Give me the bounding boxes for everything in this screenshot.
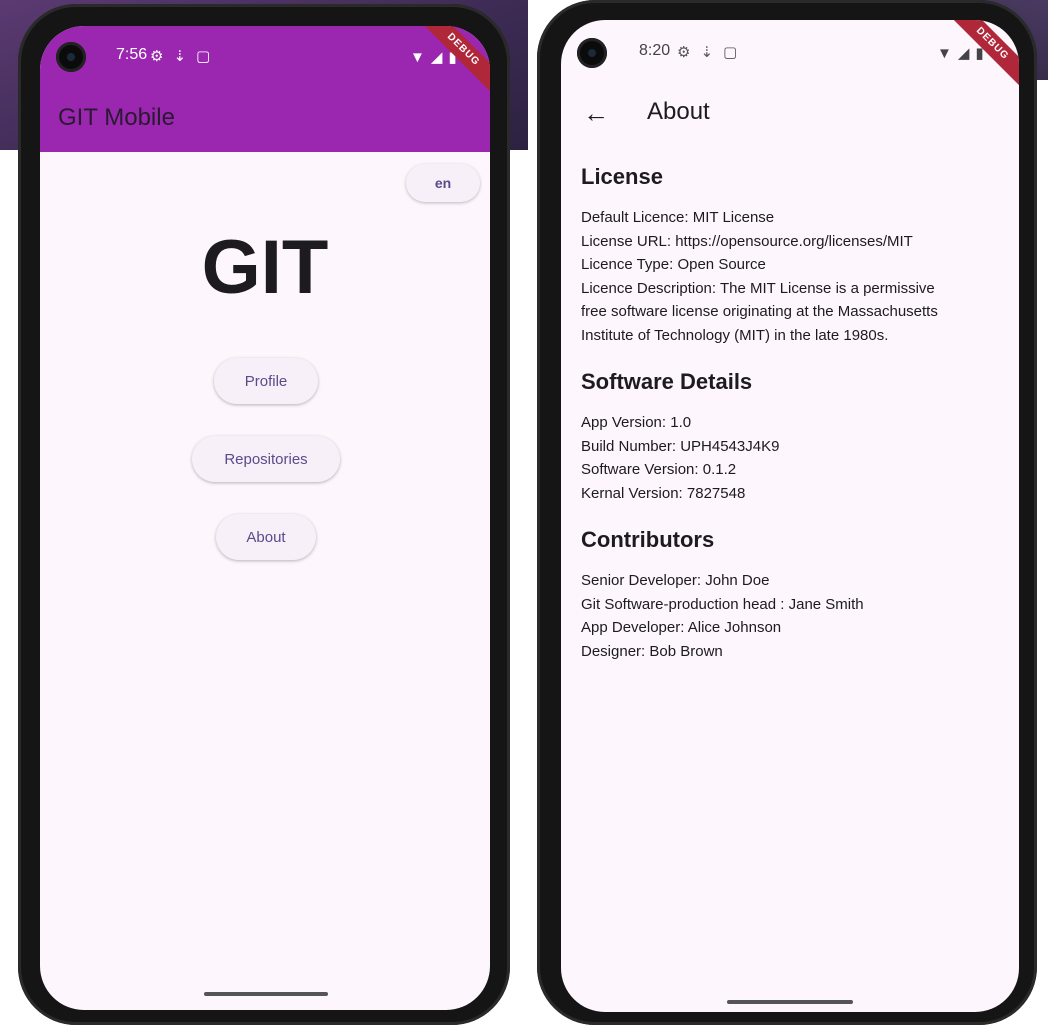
software-line: Software Version: 0.1.2	[581, 461, 737, 478]
status-time: 7:56	[116, 46, 148, 63]
wifi-icon: ▼	[410, 48, 425, 66]
contributor-line: Senior Developer: John Doe	[581, 572, 770, 589]
wifi-icon: ▼	[937, 44, 952, 62]
app-bar: 7:56 ⚙ ⇣ ▢ ▼ ◢ ▮ DEBUG GIT Mobile	[40, 26, 490, 152]
software-section: Software Details App Version: 1.0 Build …	[581, 369, 1011, 505]
back-arrow-icon[interactable]: ←	[583, 98, 609, 129]
license-line: License URL: https://opensource.org/lice…	[581, 232, 913, 250]
front-camera	[577, 38, 607, 68]
page-title: About	[647, 98, 710, 125]
phone-about: 8:20 ⚙ ⇣ ▢ ▼ ◢ ▮ DEBUG ← About License D…	[537, 0, 1037, 1025]
license-section: License Default Licence: MIT License Lic…	[581, 164, 1011, 347]
license-line: Licence Description: The MIT License is …	[581, 279, 935, 297]
about-screen: 8:20 ⚙ ⇣ ▢ ▼ ◢ ▮ DEBUG ← About License D…	[561, 20, 1019, 1012]
location-icon: ⇣	[700, 44, 714, 61]
home-indicator[interactable]	[204, 992, 328, 996]
status-time: 8:20	[639, 42, 671, 59]
license-heading: License	[581, 164, 663, 189]
license-line: free software license originating at the…	[581, 303, 938, 320]
about-button[interactable]: About	[216, 514, 316, 560]
status-bar: 8:20 ⚙ ⇣ ▢ ▼ ◢ ▮ DEBUG	[561, 20, 1019, 90]
settings-icon: ⚙	[677, 44, 691, 61]
language-button[interactable]: en	[406, 164, 480, 202]
status-system-icons: ▼ ◢ ▮	[937, 44, 984, 63]
location-icon: ⇣	[173, 48, 187, 65]
status-notification-icons: ⚙ ⇣ ▢	[150, 47, 210, 65]
software-heading: Software Details	[581, 369, 753, 394]
software-line: Kernal Version: 7827548	[581, 484, 746, 502]
license-line: Institute of Technology (MIT) in the lat…	[581, 326, 889, 344]
software-line: Build Number: UPH4543J4K9	[581, 437, 780, 455]
signal-icon: ◢	[957, 45, 970, 62]
screen-icon: ▢	[723, 44, 738, 61]
contributors-heading: Contributors	[581, 527, 715, 552]
home-indicator[interactable]	[727, 1000, 853, 1004]
license-line: Default Licence: MIT License	[581, 209, 775, 226]
contributor-line: Git Software-production head : Jane Smit…	[581, 595, 864, 613]
contributor-line: App Developer: Alice Johnson	[581, 619, 782, 636]
contributor-line: Designer: Bob Brown	[581, 642, 723, 660]
repositories-button[interactable]: Repositories	[192, 436, 340, 482]
license-line: Licence Type: Open Source	[581, 256, 766, 273]
front-camera	[56, 42, 86, 72]
profile-button[interactable]: Profile	[214, 358, 318, 404]
home-screen: 7:56 ⚙ ⇣ ▢ ▼ ◢ ▮ DEBUG GIT Mobile en GIT…	[40, 26, 490, 1010]
contributors-section: Contributors Senior Developer: John Doe …	[581, 527, 1011, 663]
status-notification-icons: ⚙ ⇣ ▢	[677, 43, 737, 61]
software-line: App Version: 1.0	[581, 414, 692, 431]
screen-icon: ▢	[196, 48, 211, 65]
signal-icon: ◢	[430, 49, 443, 66]
phone-home: 7:56 ⚙ ⇣ ▢ ▼ ◢ ▮ DEBUG GIT Mobile en GIT…	[18, 4, 510, 1025]
settings-icon: ⚙	[150, 48, 164, 65]
about-content: License Default Licence: MIT License Lic…	[581, 164, 1011, 685]
git-logo-text: GIT	[201, 225, 329, 310]
app-title: GIT Mobile	[58, 104, 175, 131]
